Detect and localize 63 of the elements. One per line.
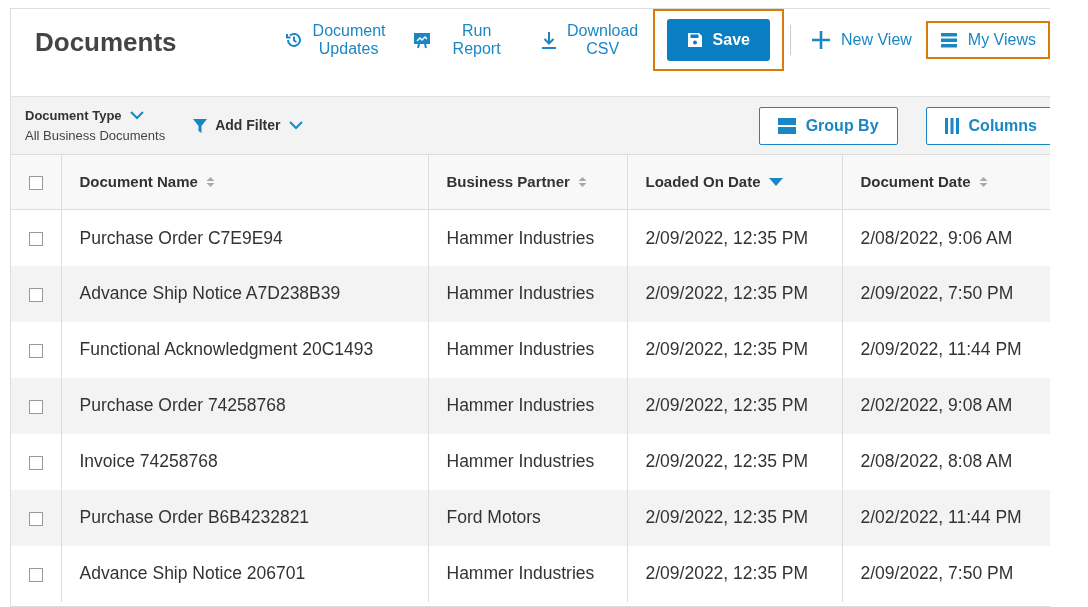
filter-label: Document Type bbox=[25, 107, 122, 125]
sort-icon[interactable] bbox=[978, 176, 988, 188]
table-cell: 2/09/2022, 12:35 PM bbox=[645, 507, 808, 528]
row-checkbox[interactable] bbox=[28, 455, 43, 470]
download-icon bbox=[540, 31, 557, 49]
table-cell: 2/09/2022, 12:35 PM bbox=[645, 339, 808, 360]
table-cell: Purchase Order C7E9E94 bbox=[79, 227, 283, 248]
toolbar-button[interactable]: Run Report bbox=[398, 12, 527, 68]
table-cell: 2/09/2022, 12:35 PM bbox=[645, 563, 808, 584]
toolbar-button[interactable]: Download CSV bbox=[526, 12, 653, 68]
table-cell: 2/02/2022, 9:08 AM bbox=[860, 395, 1013, 416]
chevron-down-icon bbox=[288, 121, 303, 130]
select-all-checkbox[interactable] bbox=[28, 175, 43, 190]
plus-icon bbox=[811, 30, 831, 50]
row-checkbox[interactable] bbox=[28, 343, 43, 358]
table-cell: Advance Ship Notice 206701 bbox=[79, 563, 306, 584]
table-cell: Functional Acknowledgment 20C1493 bbox=[79, 339, 374, 360]
column-header[interactable]: Document Name bbox=[79, 170, 198, 194]
filter-icon bbox=[193, 117, 208, 134]
row-checkbox[interactable] bbox=[28, 399, 43, 414]
row-checkbox[interactable] bbox=[28, 511, 43, 526]
sort-icon[interactable] bbox=[577, 176, 587, 188]
history-icon bbox=[284, 31, 303, 49]
toolbar-button[interactable]: Document Updates bbox=[270, 12, 399, 68]
filter-value: All Business Documents bbox=[25, 126, 166, 145]
add-filter-button[interactable]: Add Filter bbox=[193, 115, 303, 136]
table-cell: Purchase Order B6B4232821 bbox=[79, 507, 310, 528]
table-cell: Hammer Industries bbox=[446, 395, 595, 416]
table-cell: Hammer Industries bbox=[446, 339, 595, 360]
menu-icon bbox=[939, 31, 958, 49]
row-checkbox[interactable] bbox=[28, 232, 43, 246]
table-cell: 2/08/2022, 8:08 AM bbox=[860, 451, 1013, 472]
table-cell: 2/09/2022, 12:35 PM bbox=[645, 227, 808, 248]
table-cell: 2/09/2022, 12:35 PM bbox=[645, 451, 808, 472]
toolbar-button[interactable]: New View bbox=[797, 20, 926, 60]
rows-icon bbox=[777, 117, 796, 134]
table-cell: 2/09/2022, 12:35 PM bbox=[645, 283, 808, 304]
chevron-down-icon[interactable] bbox=[129, 111, 144, 121]
table-cell: Hammer Industries bbox=[446, 227, 595, 248]
table-cell: 2/09/2022, 7:50 PM bbox=[860, 563, 1014, 584]
row-checkbox[interactable] bbox=[28, 287, 43, 302]
group-by-button[interactable]: Group By bbox=[758, 106, 898, 145]
columns-button[interactable]: Columns bbox=[925, 106, 1050, 145]
table-cell: Purchase Order 74258768 bbox=[79, 395, 286, 416]
sort-icon[interactable] bbox=[205, 176, 215, 188]
table-cell: Ford Motors bbox=[446, 507, 541, 528]
table-cell: Invoice 74258768 bbox=[79, 451, 218, 472]
sort-descending-icon[interactable] bbox=[768, 178, 783, 186]
table-cell: 2/09/2022, 7:50 PM bbox=[860, 283, 1014, 304]
table-cell: 2/09/2022, 11:44 PM bbox=[860, 339, 1022, 360]
toolbar-button[interactable]: My Views bbox=[925, 21, 1050, 59]
table-cell: 2/08/2022, 9:06 AM bbox=[860, 227, 1013, 248]
table-cell: Advance Ship Notice A7D238B39 bbox=[79, 283, 341, 304]
table-cell: 2/02/2022, 11:44 PM bbox=[860, 507, 1022, 528]
columns-icon bbox=[944, 117, 959, 134]
save-button[interactable]: Save bbox=[666, 19, 770, 61]
table-cell: 2/09/2022, 12:35 PM bbox=[645, 395, 808, 416]
row-checkbox[interactable] bbox=[28, 567, 43, 582]
table-cell: Hammer Industries bbox=[446, 451, 595, 472]
table-cell: Hammer Industries bbox=[446, 283, 595, 304]
page-title: Documents bbox=[35, 26, 177, 59]
table-cell: Hammer Industries bbox=[446, 563, 595, 584]
presentation-board-icon bbox=[412, 31, 431, 49]
